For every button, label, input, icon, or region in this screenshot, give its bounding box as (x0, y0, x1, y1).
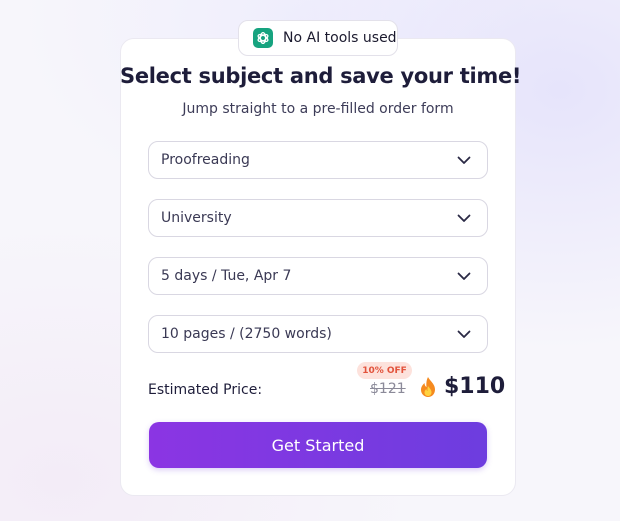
level-select[interactable]: University (148, 199, 488, 237)
page-title: Select subject and save your time! (120, 64, 522, 88)
deadline-select-value: 5 days / Tue, Apr 7 (161, 268, 292, 284)
chevron-down-icon (457, 156, 471, 165)
badge-text: No AI tools used (283, 30, 397, 46)
pages-select-value: 10 pages / (2750 words) (161, 326, 332, 342)
new-price: $110 (444, 374, 506, 399)
service-select[interactable]: Proofreading (148, 141, 488, 179)
estimated-price-label: Estimated Price: (148, 382, 263, 398)
level-select-value: University (161, 210, 232, 226)
service-select-value: Proofreading (161, 152, 250, 168)
old-price: $121 (370, 381, 406, 397)
chevron-down-icon (457, 214, 471, 223)
chevron-down-icon (457, 330, 471, 339)
chevron-down-icon (457, 272, 471, 281)
get-started-button[interactable]: Get Started (149, 422, 487, 468)
discount-badge: 10% OFF (357, 362, 412, 379)
no-ai-badge: No AI tools used (238, 20, 398, 56)
pages-select[interactable]: 10 pages / (2750 words) (148, 315, 488, 353)
deadline-select[interactable]: 5 days / Tue, Apr 7 (148, 257, 488, 295)
fire-icon (418, 376, 438, 398)
openai-logo-icon (253, 28, 273, 48)
page-subtitle: Jump straight to a pre-filled order form (182, 101, 454, 117)
